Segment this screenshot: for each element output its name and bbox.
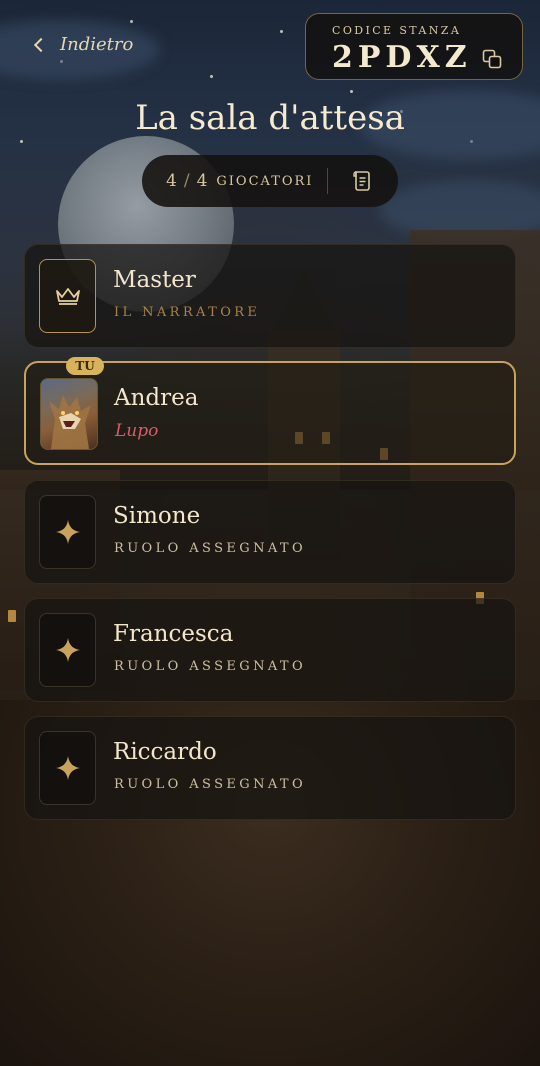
players-label: GIOCATORI bbox=[216, 173, 314, 189]
page-title: La sala d'attesa bbox=[135, 98, 405, 138]
sparkle-icon bbox=[55, 520, 80, 544]
player-subtitle: IL NARRATORE bbox=[114, 305, 261, 320]
players-count: 4/4 bbox=[166, 171, 209, 191]
werewolf-avatar bbox=[40, 378, 98, 450]
copy-icon[interactable] bbox=[482, 49, 502, 69]
back-button[interactable]: Indietro bbox=[32, 34, 133, 55]
pill-divider bbox=[327, 168, 329, 194]
player-subtitle: RUOLO ASSEGNATO bbox=[114, 541, 307, 556]
scroll-icon[interactable] bbox=[352, 170, 372, 192]
player-role: Lupo bbox=[115, 421, 159, 441]
room-code: 2PDXZ bbox=[332, 40, 472, 75]
crown-icon bbox=[55, 288, 80, 305]
master-icon-box bbox=[39, 259, 96, 333]
player-name: Master bbox=[113, 267, 196, 293]
player-icon-box bbox=[39, 613, 96, 687]
back-label: Indietro bbox=[60, 34, 134, 55]
player-subtitle: RUOLO ASSEGNATO bbox=[114, 777, 307, 792]
players-counter-pill: 4/4 GIOCATORI bbox=[142, 155, 398, 207]
room-code-box: CODICE STANZA 2PDXZ bbox=[305, 13, 523, 80]
you-badge: TU bbox=[66, 357, 104, 375]
player-card-andrea[interactable]: TU Andrea Lupo bbox=[24, 357, 516, 465]
player-icon-box bbox=[39, 495, 96, 569]
player-card-master[interactable]: Master IL NARRATORE bbox=[24, 244, 516, 348]
player-icon-box bbox=[39, 731, 96, 805]
player-card-francesca[interactable]: Francesca RUOLO ASSEGNATO bbox=[24, 598, 516, 702]
chevron-left-icon bbox=[33, 37, 49, 52]
player-subtitle: RUOLO ASSEGNATO bbox=[114, 659, 307, 674]
room-code-caption: CODICE STANZA bbox=[332, 24, 462, 37]
sparkle-icon bbox=[55, 638, 80, 662]
sparkle-icon bbox=[55, 756, 80, 780]
player-name: Francesca bbox=[113, 621, 234, 647]
player-name: Simone bbox=[113, 503, 201, 529]
player-name: Riccardo bbox=[113, 739, 217, 765]
player-name: Andrea bbox=[114, 385, 199, 411]
player-card-simone[interactable]: Simone RUOLO ASSEGNATO bbox=[24, 480, 516, 584]
player-card-riccardo[interactable]: Riccardo RUOLO ASSEGNATO bbox=[24, 716, 516, 820]
